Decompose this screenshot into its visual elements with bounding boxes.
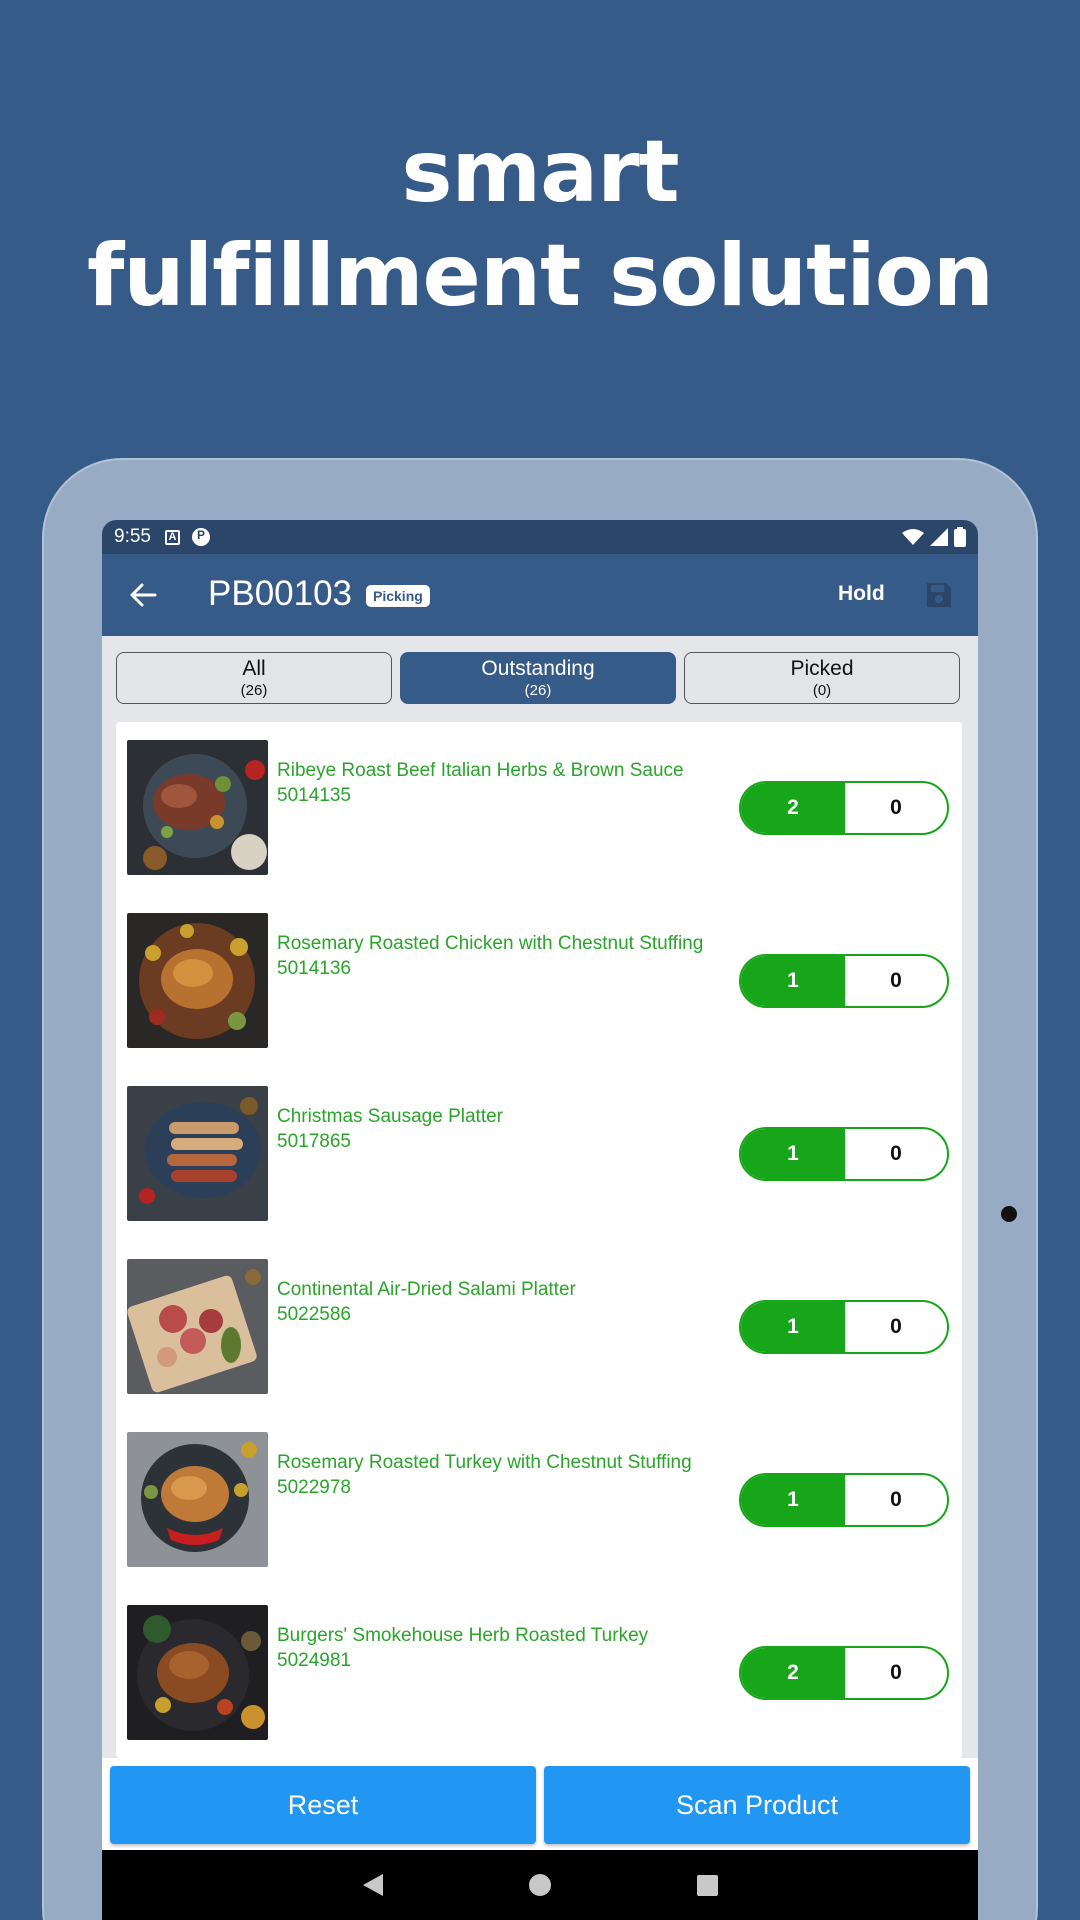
product-sku: 5022978: [277, 1477, 351, 1498]
a-notification-icon: A: [164, 529, 180, 545]
quantity-control[interactable]: 1 0: [739, 1127, 949, 1181]
device-screen: 9:55 A P PB00103 Picking Hold All (26) O…: [102, 520, 978, 1920]
order-title: PB00103: [208, 574, 353, 613]
quantity-control[interactable]: 2 0: [739, 781, 949, 835]
p-notification-icon: P: [191, 528, 210, 546]
product-sku: 5024981: [277, 1650, 351, 1671]
required-quantity: 1: [741, 956, 845, 1006]
product-sku: 5022586: [277, 1304, 351, 1325]
battery-icon: [954, 527, 966, 547]
product-image: [127, 1605, 268, 1740]
product-image: [127, 913, 268, 1048]
save-icon[interactable]: [925, 581, 953, 609]
picked-quantity[interactable]: 0: [845, 1129, 947, 1179]
picked-quantity[interactable]: 0: [845, 1302, 947, 1352]
wifi-icon: [902, 529, 924, 545]
tab-count: (26): [524, 682, 552, 699]
required-quantity: 2: [741, 783, 845, 833]
list-item[interactable]: Rosemary Roasted Chicken with Chestnut S…: [116, 895, 962, 1048]
picked-quantity[interactable]: 0: [845, 1648, 947, 1698]
product-name: Rosemary Roasted Chicken with Chestnut S…: [277, 933, 704, 954]
product-name: Rosemary Roasted Turkey with Chestnut St…: [277, 1452, 692, 1473]
quantity-control[interactable]: 1 0: [739, 1300, 949, 1354]
status-badge: Picking: [366, 585, 430, 607]
picked-quantity[interactable]: 0: [845, 956, 947, 1006]
app-bar: PB00103 Picking Hold: [102, 554, 978, 636]
required-quantity: 1: [741, 1302, 845, 1352]
picked-quantity[interactable]: 0: [845, 783, 947, 833]
tab-all[interactable]: All (26): [116, 652, 392, 704]
product-image: [127, 1086, 268, 1221]
list-item[interactable]: Burgers' Smokehouse Herb Roasted Turkey …: [116, 1587, 962, 1740]
product-name: Burgers' Smokehouse Herb Roasted Turkey: [277, 1625, 649, 1646]
list-item[interactable]: Ribeye Roast Beef Italian Herbs & Brown …: [116, 722, 962, 875]
tablet-camera: [1001, 1206, 1017, 1222]
promo-headline: smart fulfillment solution: [0, 120, 1080, 328]
tab-outstanding[interactable]: Outstanding (26): [400, 652, 676, 704]
required-quantity: 1: [741, 1129, 845, 1179]
scan-product-button[interactable]: Scan Product: [544, 1766, 970, 1844]
action-bar: Reset Scan Product: [102, 1758, 978, 1850]
status-icons: [902, 527, 966, 547]
back-arrow-icon[interactable]: [128, 580, 158, 610]
signal-icon: [930, 528, 948, 546]
picked-quantity[interactable]: 0: [845, 1475, 947, 1525]
tab-count: (0): [812, 682, 832, 699]
nav-back-icon[interactable]: [362, 1874, 383, 1896]
product-list[interactable]: Ribeye Roast Beef Italian Herbs & Brown …: [116, 722, 962, 1758]
list-item[interactable]: Christmas Sausage Platter 5017865 1 0: [116, 1068, 962, 1221]
reset-button[interactable]: Reset: [110, 1766, 536, 1844]
product-name: Christmas Sausage Platter: [277, 1106, 503, 1127]
product-sku: 5014135: [277, 785, 351, 806]
status-bar: 9:55 A P: [102, 520, 978, 554]
required-quantity: 1: [741, 1475, 845, 1525]
tab-count: (26): [240, 682, 268, 699]
tab-label: All: [242, 657, 266, 680]
product-image: [127, 740, 268, 875]
product-name: Ribeye Roast Beef Italian Herbs & Brown …: [277, 760, 684, 781]
system-nav-bar: [102, 1850, 978, 1920]
tab-label: Picked: [790, 657, 854, 680]
product-name: Continental Air-Dried Salami Platter: [277, 1279, 576, 1300]
list-item[interactable]: Continental Air-Dried Salami Platter 502…: [116, 1241, 962, 1394]
promo-line-1: smart: [401, 122, 679, 222]
product-sku: 5017865: [277, 1131, 351, 1152]
product-image: [127, 1432, 268, 1567]
nav-recents-icon[interactable]: [696, 1874, 718, 1896]
status-time: 9:55: [114, 526, 151, 547]
nav-home-icon[interactable]: [528, 1874, 551, 1896]
list-item[interactable]: Rosemary Roasted Turkey with Chestnut St…: [116, 1414, 962, 1567]
filter-tabs: All (26) Outstanding (26) Picked (0): [116, 652, 960, 704]
tab-picked[interactable]: Picked (0): [684, 652, 960, 704]
quantity-control[interactable]: 2 0: [739, 1646, 949, 1700]
quantity-control[interactable]: 1 0: [739, 954, 949, 1008]
content-area: All (26) Outstanding (26) Picked (0) Rib…: [102, 636, 978, 1758]
quantity-control[interactable]: 1 0: [739, 1473, 949, 1527]
hold-button[interactable]: Hold: [838, 582, 885, 606]
product-sku: 5014136: [277, 958, 351, 979]
required-quantity: 2: [741, 1648, 845, 1698]
product-image: [127, 1259, 268, 1394]
tab-label: Outstanding: [481, 657, 595, 680]
promo-line-2: fulfillment solution: [86, 226, 994, 326]
